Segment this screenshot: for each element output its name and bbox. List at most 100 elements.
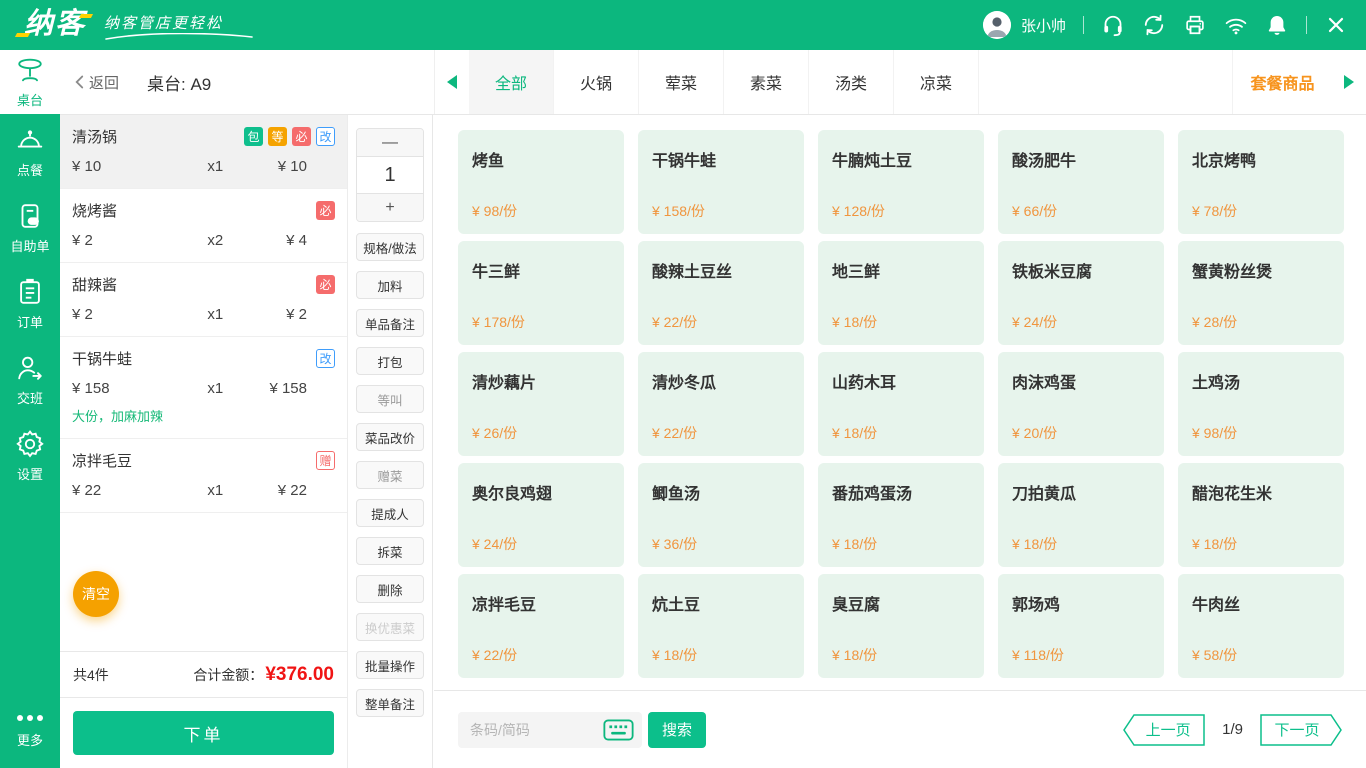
printer-icon[interactable] [1183, 13, 1207, 37]
menu-item-card[interactable]: 酸汤肥牛 ¥ 66/份 [998, 130, 1164, 234]
qty-increase-button[interactable]: + [357, 194, 423, 221]
sidebar-item-shift[interactable]: 交班 [0, 342, 60, 418]
order-item-header: 甜辣酱 必 [72, 274, 335, 295]
order-item-badge: 必 [316, 201, 335, 220]
menu-item-card[interactable]: 炕土豆 ¥ 18/份 [638, 574, 804, 678]
menu-item-card[interactable]: 烤鱼 ¥ 98/份 [458, 130, 624, 234]
slogan-underline [105, 32, 253, 40]
menu-item-card[interactable]: 清炒冬瓜 ¥ 22/份 [638, 352, 804, 456]
keyboard-icon[interactable] [603, 719, 634, 741]
menu-item-name: 清炒冬瓜 [652, 375, 717, 392]
menu-item-card[interactable]: 地三鲜 ¥ 18/份 [818, 241, 984, 345]
action-button-1[interactable]: 加料 [356, 271, 424, 299]
order-item-badges: 赠 [316, 451, 335, 470]
order-item[interactable]: 甜辣酱 必 ¥ 2 x1 ¥ 2 [60, 263, 347, 337]
action-button-2[interactable]: 单品备注 [356, 309, 424, 337]
menu-item-name: 蟹黄粉丝煲 [1192, 264, 1273, 281]
menu-item-card[interactable]: 牛三鲜 ¥ 178/份 [458, 241, 624, 345]
menu-item-card[interactable]: 山药木耳 ¥ 18/份 [818, 352, 984, 456]
action-button-6[interactable]: 赠菜 [356, 461, 424, 489]
action-button-0[interactable]: 规格/做法 [356, 233, 424, 261]
sidebar-item-tables[interactable]: 桌台 [0, 50, 60, 114]
action-button-3[interactable]: 打包 [356, 347, 424, 375]
triangle-right-icon [1344, 75, 1354, 89]
tab-category-4[interactable]: 汤类 [809, 50, 894, 114]
menu-item-card[interactable]: 刀拍黄瓜 ¥ 18/份 [998, 463, 1164, 567]
bell-icon[interactable] [1265, 13, 1289, 37]
order-item[interactable]: 干锅牛蛙 改 ¥ 158 x1 ¥ 158 大份，加麻加辣 [60, 337, 347, 439]
menu-item-price: ¥ 178/份 [472, 314, 525, 330]
header-divider [1083, 16, 1084, 34]
submit-order-button[interactable]: 下单 [73, 711, 334, 755]
order-item[interactable]: 烧烤酱 必 ¥ 2 x2 ¥ 4 [60, 189, 347, 263]
menu-item-card[interactable]: 牛腩炖土豆 ¥ 128/份 [818, 130, 984, 234]
clear-order-button[interactable]: 清空 [73, 571, 119, 617]
menu-item-card[interactable]: 北京烤鸭 ¥ 78/份 [1178, 130, 1344, 234]
prev-page-button[interactable]: 上一页 [1123, 713, 1205, 746]
menu-item-card[interactable]: 清炒藕片 ¥ 26/份 [458, 352, 624, 456]
menu-item-name: 烤鱼 [472, 153, 505, 170]
action-button-5[interactable]: 菜品改价 [356, 423, 424, 451]
menu-item-card[interactable]: 凉拌毛豆 ¥ 22/份 [458, 574, 624, 678]
order-item-amounts: ¥ 158 x1 ¥ 158 [72, 380, 335, 397]
tab-category-0[interactable]: 全部 [469, 50, 554, 114]
brand-logo: 纳客 纳客管店更轻松 [0, 6, 254, 45]
menu-item-card[interactable]: 郭场鸡 ¥ 118/份 [998, 574, 1164, 678]
order-item-note: 大份，加麻加辣 [72, 409, 164, 424]
tab-category-3[interactable]: 素菜 [724, 50, 809, 114]
menu-item-card[interactable]: 臭豆腐 ¥ 18/份 [818, 574, 984, 678]
action-button-11[interactable]: 批量操作 [356, 651, 424, 679]
order-item[interactable]: 清汤锅 包等必改 ¥ 10 x1 ¥ 10 [60, 115, 347, 189]
sync-icon[interactable] [1142, 13, 1166, 37]
action-button-4[interactable]: 等叫 [356, 385, 424, 413]
sidebar-item-ordering[interactable]: 点餐 [0, 114, 60, 190]
order-panel: 清汤锅包等必改 ¥ 10 x1 ¥ 10 烧烤酱必 ¥ 2 x2 ¥ 4 甜辣酱必 ¥ 2 x1 ¥ … [60, 115, 347, 768]
menu-item-card[interactable]: 鲫鱼汤 ¥ 36/份 [638, 463, 804, 567]
menu-item-card[interactable]: 蟹黄粉丝煲 ¥ 28/份 [1178, 241, 1344, 345]
menu-item-price: ¥ 128/份 [832, 203, 885, 219]
menu-item-card[interactable]: 土鸡汤 ¥ 98/份 [1178, 352, 1344, 456]
menu-item-price: ¥ 22/份 [652, 314, 698, 330]
close-icon[interactable] [1324, 13, 1348, 37]
menu-item-card[interactable]: 奥尔良鸡翅 ¥ 24/份 [458, 463, 624, 567]
menu-item-card[interactable]: 干锅牛蛙 ¥ 158/份 [638, 130, 804, 234]
sidebar-item-settings[interactable]: 设置 [0, 418, 60, 494]
menu-item-card[interactable]: 酸辣土豆丝 ¥ 22/份 [638, 241, 804, 345]
next-page-button[interactable]: 下一页 [1260, 713, 1342, 746]
search-input[interactable] [470, 721, 603, 738]
action-button-8[interactable]: 拆菜 [356, 537, 424, 565]
sidebar-item-more[interactable]: 更多 [0, 698, 60, 762]
sidebar-item-self-order[interactable]: 自助单 [0, 190, 60, 266]
back-button[interactable]: 返回 [74, 72, 119, 93]
order-item-total: ¥ 158 [269, 380, 307, 397]
qty-decrease-button[interactable]: — [357, 129, 423, 156]
customer-service-icon[interactable] [1101, 13, 1125, 37]
tab-category-2[interactable]: 荤菜 [639, 50, 724, 114]
qty-value: 1 [357, 156, 423, 194]
menu-item-card[interactable]: 牛肉丝 ¥ 58/份 [1178, 574, 1344, 678]
menu-item-card[interactable]: 醋泡花生米 ¥ 18/份 [1178, 463, 1344, 567]
tab-category-5[interactable]: 凉菜 [894, 50, 979, 114]
menu-item-price: ¥ 18/份 [1012, 536, 1058, 552]
menu-item-price: ¥ 66/份 [1012, 203, 1058, 219]
order-item[interactable]: 凉拌毛豆 赠 ¥ 22 x1 ¥ 22 [60, 439, 347, 513]
wifi-icon[interactable] [1224, 13, 1248, 37]
tab-category-1[interactable]: 火锅 [554, 50, 639, 114]
menu-item-card[interactable]: 番茄鸡蛋汤 ¥ 18/份 [818, 463, 984, 567]
menu-item-card[interactable]: 铁板米豆腐 ¥ 24/份 [998, 241, 1164, 345]
menu-item-price: ¥ 24/份 [1012, 314, 1058, 330]
action-button-9[interactable]: 删除 [356, 575, 424, 603]
action-button-7[interactable]: 提成人 [356, 499, 424, 527]
menu-item-card[interactable]: 肉沫鸡蛋 ¥ 20/份 [998, 352, 1164, 456]
action-button-12[interactable]: 整单备注 [356, 689, 424, 717]
table-label: 桌台: A9 [147, 74, 212, 94]
item-actions-panel: — 1 + 规格/做法 加料 单品备注 打包 等叫 菜品改价 赠菜 提成人 拆菜 删除 换优惠菜 批量… [347, 115, 433, 768]
search-button[interactable]: 搜索 [648, 711, 706, 748]
menu-item-price: ¥ 98/份 [1192, 425, 1238, 441]
tab-combo-products[interactable]: 套餐商品 [1232, 50, 1332, 114]
menu-item-price: ¥ 18/份 [832, 425, 878, 441]
tabs-scroll-right-button[interactable] [1332, 50, 1366, 114]
tabs-scroll-left-button[interactable] [435, 50, 469, 114]
sidebar-item-orders[interactable]: 订单 [0, 266, 60, 342]
order-item-badge: 必 [316, 275, 335, 294]
